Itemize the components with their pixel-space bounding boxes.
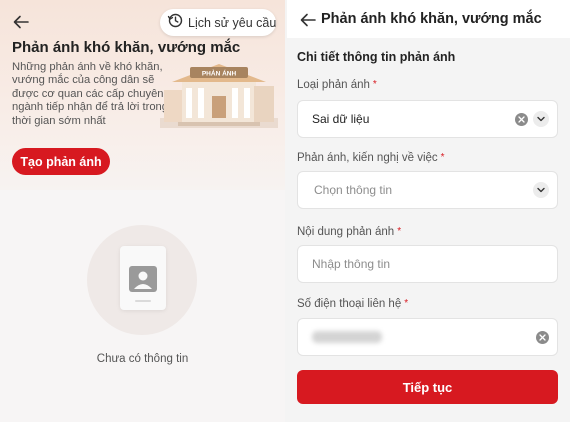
report-type-select[interactable]: Sai dữ liệu <box>297 100 558 138</box>
petition-subject-label-text: Phản ánh, kiến nghị về việc <box>297 152 438 164</box>
report-type-label-text: Loại phản ánh <box>297 79 370 91</box>
left-panel: Lịch sử yêu cầu Phản ánh khó khăn, vướng… <box>0 0 285 422</box>
person-card-icon <box>120 246 166 310</box>
chevron-down-icon[interactable] <box>533 182 549 198</box>
page-title: Phản ánh khó khăn, vướng mắc <box>321 11 542 27</box>
petition-subject-select[interactable]: Chọn thông tin <box>297 171 558 209</box>
required-mark: * <box>404 298 409 309</box>
report-content-placeholder: Nhập thông tin <box>312 257 391 271</box>
building-sign-text: PHẢN ÁNH <box>202 69 237 78</box>
right-panel: Phản ánh khó khăn, vướng mắc Chi tiết th… <box>287 0 570 422</box>
petition-subject-label: Phản ánh, kiến nghị về việc * <box>297 152 445 164</box>
required-mark: * <box>440 152 445 163</box>
report-type-label: Loại phản ánh * <box>297 79 377 91</box>
history-clock-icon <box>167 12 183 33</box>
petition-subject-placeholder: Chọn thông tin <box>314 183 393 197</box>
create-report-button[interactable]: Tạo phản ánh <box>12 148 110 175</box>
report-type-value: Sai dữ liệu <box>312 112 370 126</box>
phone-value-redacted <box>312 331 382 343</box>
clear-icon[interactable] <box>536 331 549 344</box>
back-arrow-icon[interactable] <box>297 9 319 31</box>
section-title: Chi tiết thông tin phản ánh <box>297 50 456 64</box>
continue-button[interactable]: Tiếp tục <box>297 370 558 404</box>
clear-icon[interactable] <box>515 113 528 126</box>
empty-state-text: Chưa có thông tin <box>96 353 189 365</box>
building-illustration: PHẢN ÁNH <box>160 58 278 132</box>
phone-input[interactable] <box>297 318 558 356</box>
phone-label: Số điện thoại liên hệ * <box>297 298 408 310</box>
history-button[interactable]: Lịch sử yêu cầu <box>160 9 276 36</box>
report-content-label-text: Nội dung phản ánh <box>297 226 395 238</box>
chevron-down-icon[interactable] <box>533 111 549 127</box>
report-content-input[interactable]: Nhập thông tin <box>297 245 558 283</box>
report-content-label: Nội dung phản ánh * <box>297 226 401 238</box>
required-mark: * <box>372 79 377 90</box>
back-arrow-icon[interactable] <box>10 11 32 33</box>
hero-description: Những phản ánh về khó khăn, vướng mắc củ… <box>12 61 168 127</box>
hero-title: Phản ánh khó khăn, vướng mắc <box>12 39 241 56</box>
required-mark: * <box>397 226 402 237</box>
history-label: Lịch sử yêu cầu <box>188 15 277 30</box>
phone-label-text: Số điện thoại liên hệ <box>297 298 402 310</box>
